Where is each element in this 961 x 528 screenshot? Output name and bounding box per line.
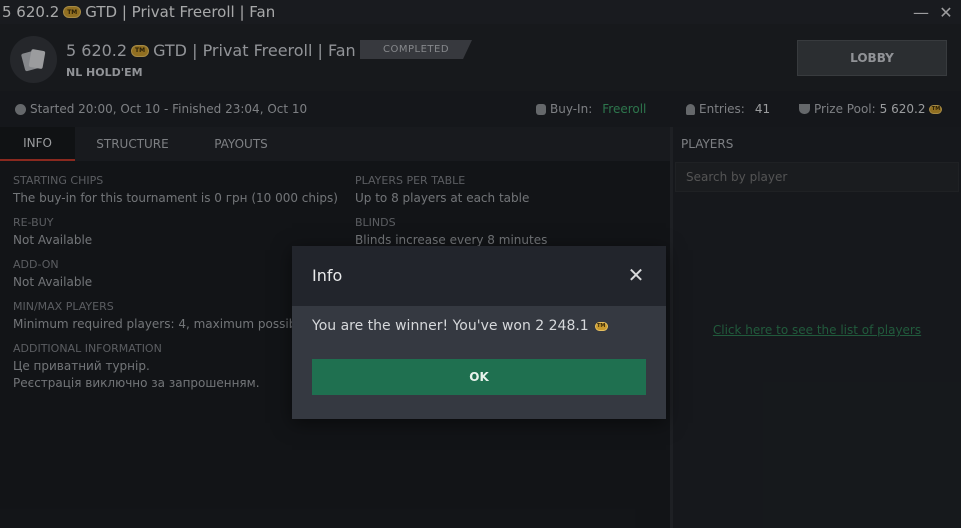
dialog-message: You are the winner! You've won 2 248.1 T… [312,318,608,334]
dialog-message-text: You are the winner! You've won 2 248.1 [312,318,589,334]
dialog-header [292,246,666,306]
close-icon[interactable]: ✕ [626,265,646,285]
coin-icon: TM [594,321,608,331]
ok-button[interactable]: OK [312,359,646,395]
info-dialog: Info ✕ You are the winner! You've won 2 … [292,246,666,419]
dialog-title: Info [312,266,343,285]
